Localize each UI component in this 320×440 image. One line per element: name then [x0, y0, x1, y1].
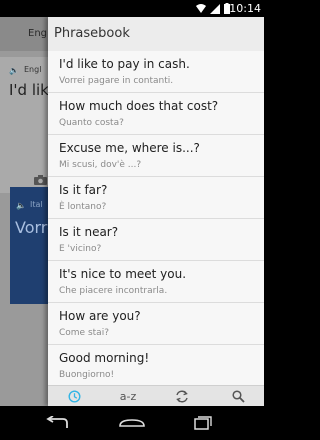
drawer-tab-bar: a-z	[48, 385, 264, 406]
camera-icon[interactable]	[34, 175, 47, 185]
phrase-translation: Come stai?	[59, 328, 109, 338]
phrase-translation: È lontano?	[59, 202, 107, 212]
phrase-text: How much does that cost?	[59, 99, 219, 113]
phrase-text: I'd like to pay in cash.	[59, 57, 190, 71]
phrase-item[interactable]: How much does that cost? Quanto costa?	[48, 93, 264, 135]
sync-icon	[176, 390, 188, 402]
back-button[interactable]	[42, 414, 72, 432]
phrase-text: Good morning!	[59, 351, 150, 365]
phrase-item[interactable]: It's nice to meet you. Che piacere incon…	[48, 261, 264, 303]
phrase-item[interactable]: Is it far? È lontano?	[48, 177, 264, 219]
tab-az[interactable]: a-z	[108, 386, 148, 406]
source-language: Engl	[24, 65, 42, 74]
recents-icon	[194, 416, 212, 430]
phrase-translation: E 'vicino?	[59, 244, 102, 254]
phrase-translation: Che piacere incontrarla.	[59, 286, 168, 296]
home-icon	[119, 419, 145, 427]
phrase-text: It's nice to meet you.	[59, 267, 187, 281]
status-icons	[196, 3, 230, 14]
phrase-item[interactable]: Is it near? E 'vicino?	[48, 219, 264, 261]
wifi-icon	[196, 4, 206, 13]
phrase-translation: Mi scusi, dov'è ...?	[59, 160, 142, 170]
phrase-translation: Buongiorno!	[59, 370, 115, 380]
tab-search[interactable]	[218, 386, 258, 406]
phrase-item[interactable]: How are you? Come stai?	[48, 303, 264, 345]
phrase-list: I'd like to pay in cash. Vorrei pagare i…	[48, 51, 264, 386]
speaker-icon[interactable]: 🔈	[9, 66, 19, 75]
recent-clock-icon	[67, 389, 81, 403]
target-language: Ital	[30, 200, 43, 209]
search-icon	[231, 389, 245, 403]
tab-sync[interactable]	[162, 386, 202, 406]
phrase-text: Is it far?	[59, 183, 108, 197]
back-icon	[46, 416, 68, 428]
phrasebook-drawer: Phrasebook I'd like to pay in cash. Vorr…	[48, 17, 264, 406]
tab-recent[interactable]	[54, 386, 94, 406]
signal-icon	[210, 3, 220, 14]
status-bar: 10:14	[0, 0, 264, 17]
recents-button[interactable]	[188, 414, 218, 432]
phrase-translation: Quanto costa?	[59, 118, 124, 128]
phrase-item[interactable]: Good morning! Buongiorno!	[48, 345, 264, 386]
phrase-text: Is it near?	[59, 225, 119, 239]
header-language-selector[interactable]: Eng	[28, 28, 47, 39]
home-button[interactable]	[117, 414, 147, 432]
phrase-text: Excuse me, where is...?	[59, 141, 200, 155]
drawer-title: Phrasebook	[48, 17, 264, 51]
phrase-translation: Vorrei pagare in contanti.	[59, 76, 174, 86]
phrase-item[interactable]: Excuse me, where is...? Mi scusi, dov'è …	[48, 135, 264, 177]
phrase-text: How are you?	[59, 309, 141, 323]
speaker-icon[interactable]: 🔈	[16, 201, 26, 210]
navigation-bar	[0, 406, 264, 440]
phrase-item[interactable]: I'd like to pay in cash. Vorrei pagare i…	[48, 51, 264, 93]
status-time: 10:14	[229, 2, 261, 15]
